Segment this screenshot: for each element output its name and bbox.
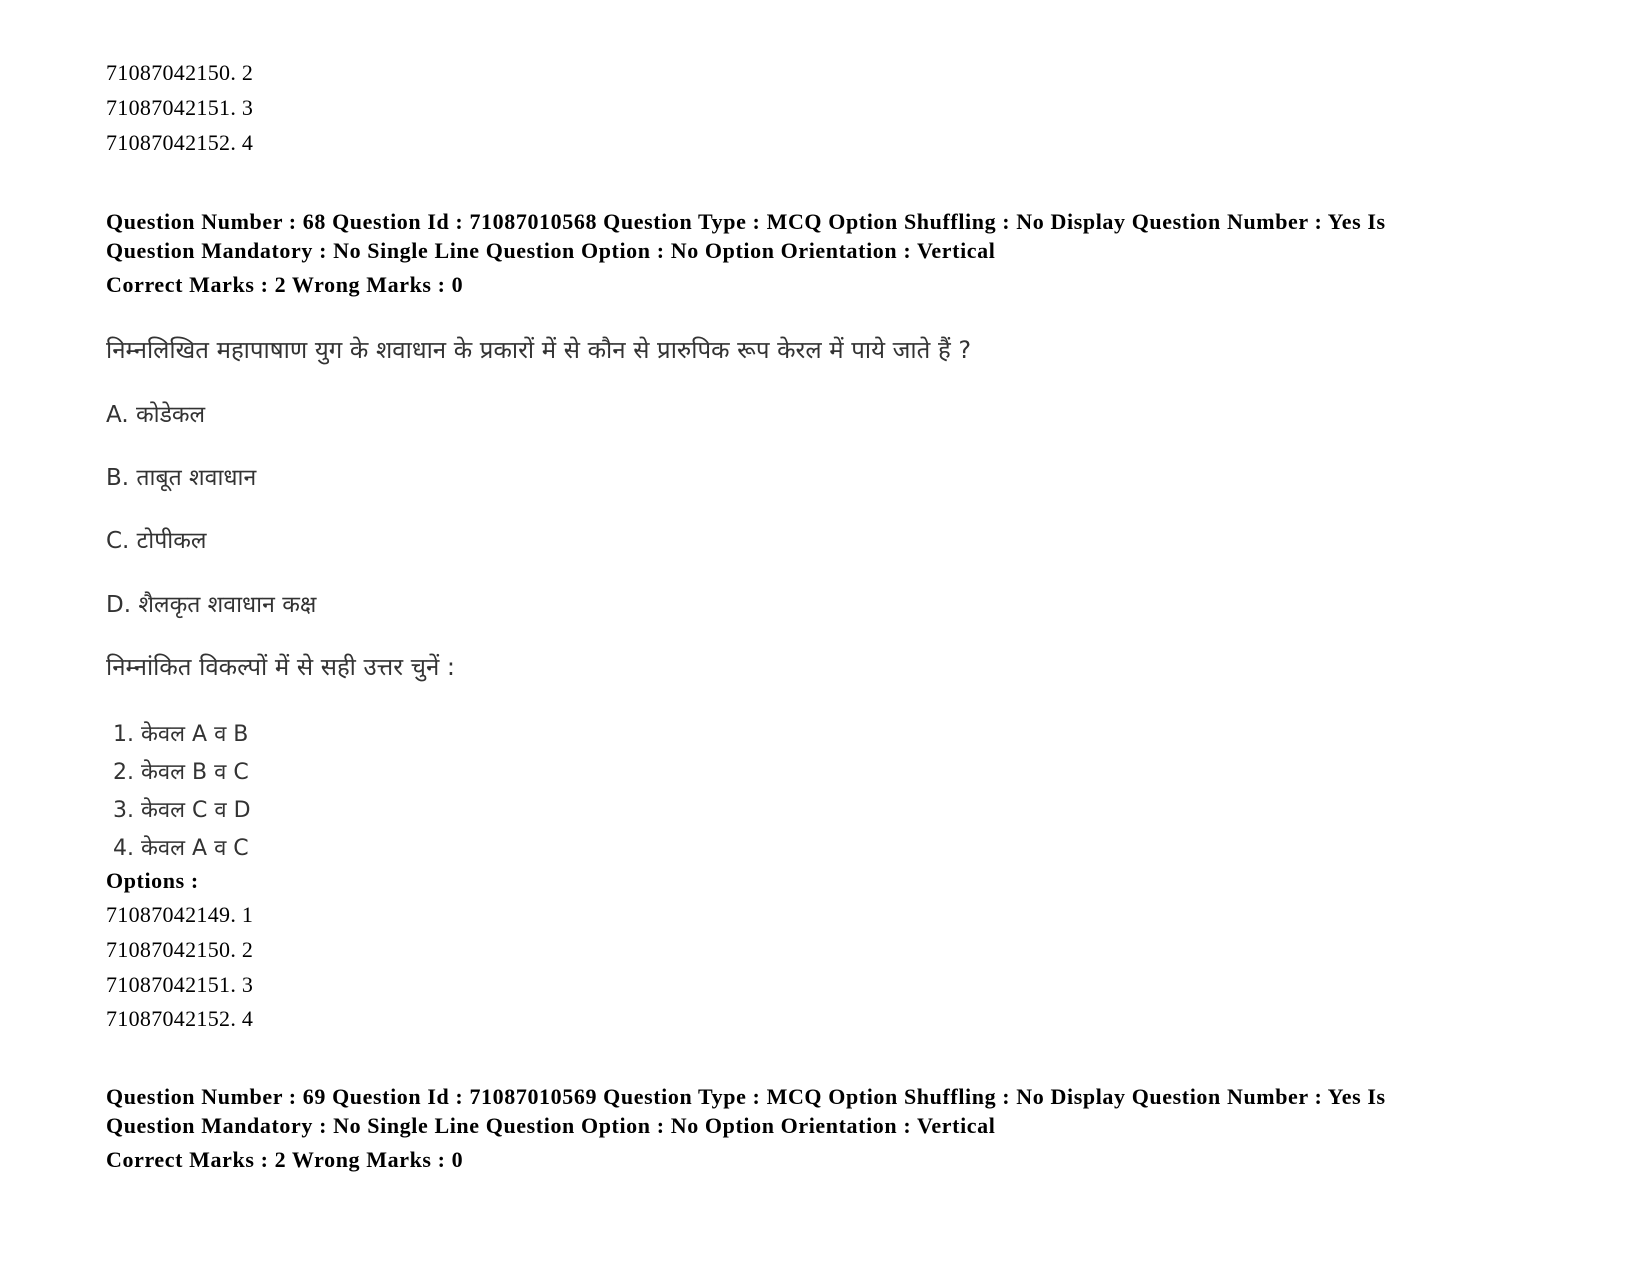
option-value: 4 [241, 1006, 254, 1031]
option-line: 71087042150. 2 [106, 937, 254, 962]
choice-3: 3. केवल C व D [113, 798, 251, 823]
prev-option-line: 71087042150. 2 [106, 60, 254, 85]
choice-4: 4. केवल A व C [113, 836, 249, 861]
question-meta-line-2: Question Mandatory : No Single Line Ques… [106, 1113, 996, 1138]
choice-2: 2. केवल B व C [113, 760, 249, 785]
option-line: 71087042152. 4 [106, 1006, 254, 1031]
option-value: 1 [241, 902, 254, 927]
option-id: 71087042150 [106, 60, 231, 85]
options-label: Options : [106, 868, 199, 893]
question-meta-line-1: Question Number : 68 Question Id : 71087… [106, 209, 1386, 234]
question-meta-line-2: Question Mandatory : No Single Line Ques… [106, 238, 996, 263]
instruction-text: निम्नांकित विकल्पों में से सही उत्तर चुन… [106, 653, 455, 681]
statement-d: D. शैलकृत शवाधान कक्ष [106, 592, 317, 618]
question-text: निम्नलिखित महापाषाण युग के शवाधान के प्र… [106, 336, 972, 364]
prev-option-line: 71087042151. 3 [106, 95, 254, 120]
statement-c: C. टोपीकल [106, 528, 207, 554]
option-id: 71087042150 [106, 937, 231, 962]
statement-a: A. कोडेकल [106, 402, 206, 428]
option-line: 71087042149. 1 [106, 902, 254, 927]
option-id: 71087042149 [106, 902, 231, 927]
option-id: 71087042152 [106, 1006, 231, 1031]
question-meta-line-1: Question Number : 69 Question Id : 71087… [106, 1084, 1386, 1109]
option-id: 71087042151 [106, 972, 231, 997]
question-marks: Correct Marks : 2 Wrong Marks : 0 [106, 1147, 464, 1172]
question-marks: Correct Marks : 2 Wrong Marks : 0 [106, 272, 464, 297]
option-value: 2 [241, 937, 254, 962]
option-id: 71087042151 [106, 95, 231, 120]
statement-b: B. ताबूत शवाधान [106, 465, 257, 491]
option-value: 4 [241, 130, 254, 155]
option-line: 71087042151. 3 [106, 972, 254, 997]
option-id: 71087042152 [106, 130, 231, 155]
prev-option-line: 71087042152. 4 [106, 130, 254, 155]
option-value: 2 [241, 60, 254, 85]
option-value: 3 [241, 972, 254, 997]
choice-1: 1. केवल A व B [113, 722, 249, 747]
option-value: 3 [241, 95, 254, 120]
